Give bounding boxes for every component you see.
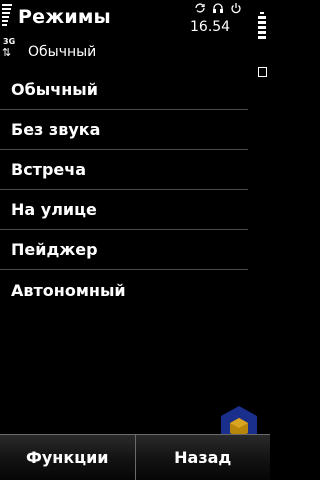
list-item-meeting[interactable]: Встреча <box>0 150 248 190</box>
list-item-silent[interactable]: Без звука <box>0 110 248 150</box>
list-item-label: Без звука <box>11 120 101 139</box>
options-softkey[interactable]: Функции <box>0 434 136 480</box>
sync-icon <box>195 3 205 13</box>
list-item-label: Встреча <box>11 160 87 179</box>
back-softkey[interactable]: Назад <box>135 434 270 480</box>
list-item-label: Пейджер <box>11 240 98 259</box>
active-profile-label: Обычный <box>28 44 97 60</box>
list-item-offline[interactable]: Автономный <box>0 270 248 310</box>
list-item-normal[interactable]: Обычный <box>0 70 248 110</box>
signal-strength-icon <box>2 4 12 36</box>
softkey-bar: Функции Назад <box>0 434 270 480</box>
battery-icon <box>258 12 267 77</box>
profiles-list: Обычный Без звука Встреча На улице Пейдж… <box>0 70 270 310</box>
headset-icon <box>213 3 223 13</box>
list-item-pager[interactable]: Пейджер <box>0 230 248 270</box>
list-item-label: Обычный <box>11 80 98 99</box>
network-type-label: 3G <box>3 37 16 46</box>
screen: Режимы 3G ⇅ Обычный 16.54 Обычный Без зв… <box>0 0 270 480</box>
clock: 16.54 <box>190 19 231 35</box>
power-icon <box>231 3 241 14</box>
list-item-label: Автономный <box>11 280 126 300</box>
status-bar: Режимы 3G ⇅ Обычный 16.54 <box>0 0 270 77</box>
list-item-outdoor[interactable]: На улице <box>0 190 248 230</box>
status-icons <box>194 2 242 14</box>
page-title: Режимы <box>18 6 111 28</box>
list-item-label: На улице <box>11 200 97 219</box>
data-transfer-icon: ⇅ <box>2 46 12 59</box>
